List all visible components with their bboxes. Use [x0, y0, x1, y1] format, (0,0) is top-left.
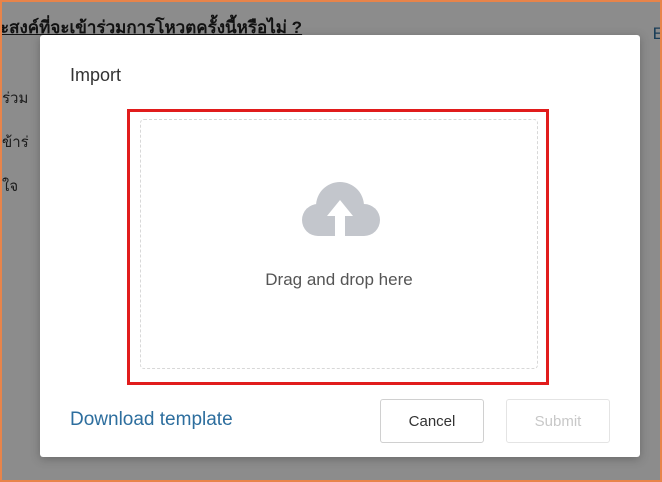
highlight-annotation: [127, 109, 549, 385]
import-modal: Import Drag and drop here Download templ…: [40, 35, 640, 457]
modal-title: Import: [70, 65, 122, 85]
screen: ะสงค์ที่จะเข้าร่วมการโหวตครั้งนี้หรือไม่…: [0, 0, 662, 482]
submit-button[interactable]: Submit: [506, 399, 610, 443]
download-template-link[interactable]: Download template: [70, 409, 233, 431]
cancel-button[interactable]: Cancel: [380, 399, 484, 443]
